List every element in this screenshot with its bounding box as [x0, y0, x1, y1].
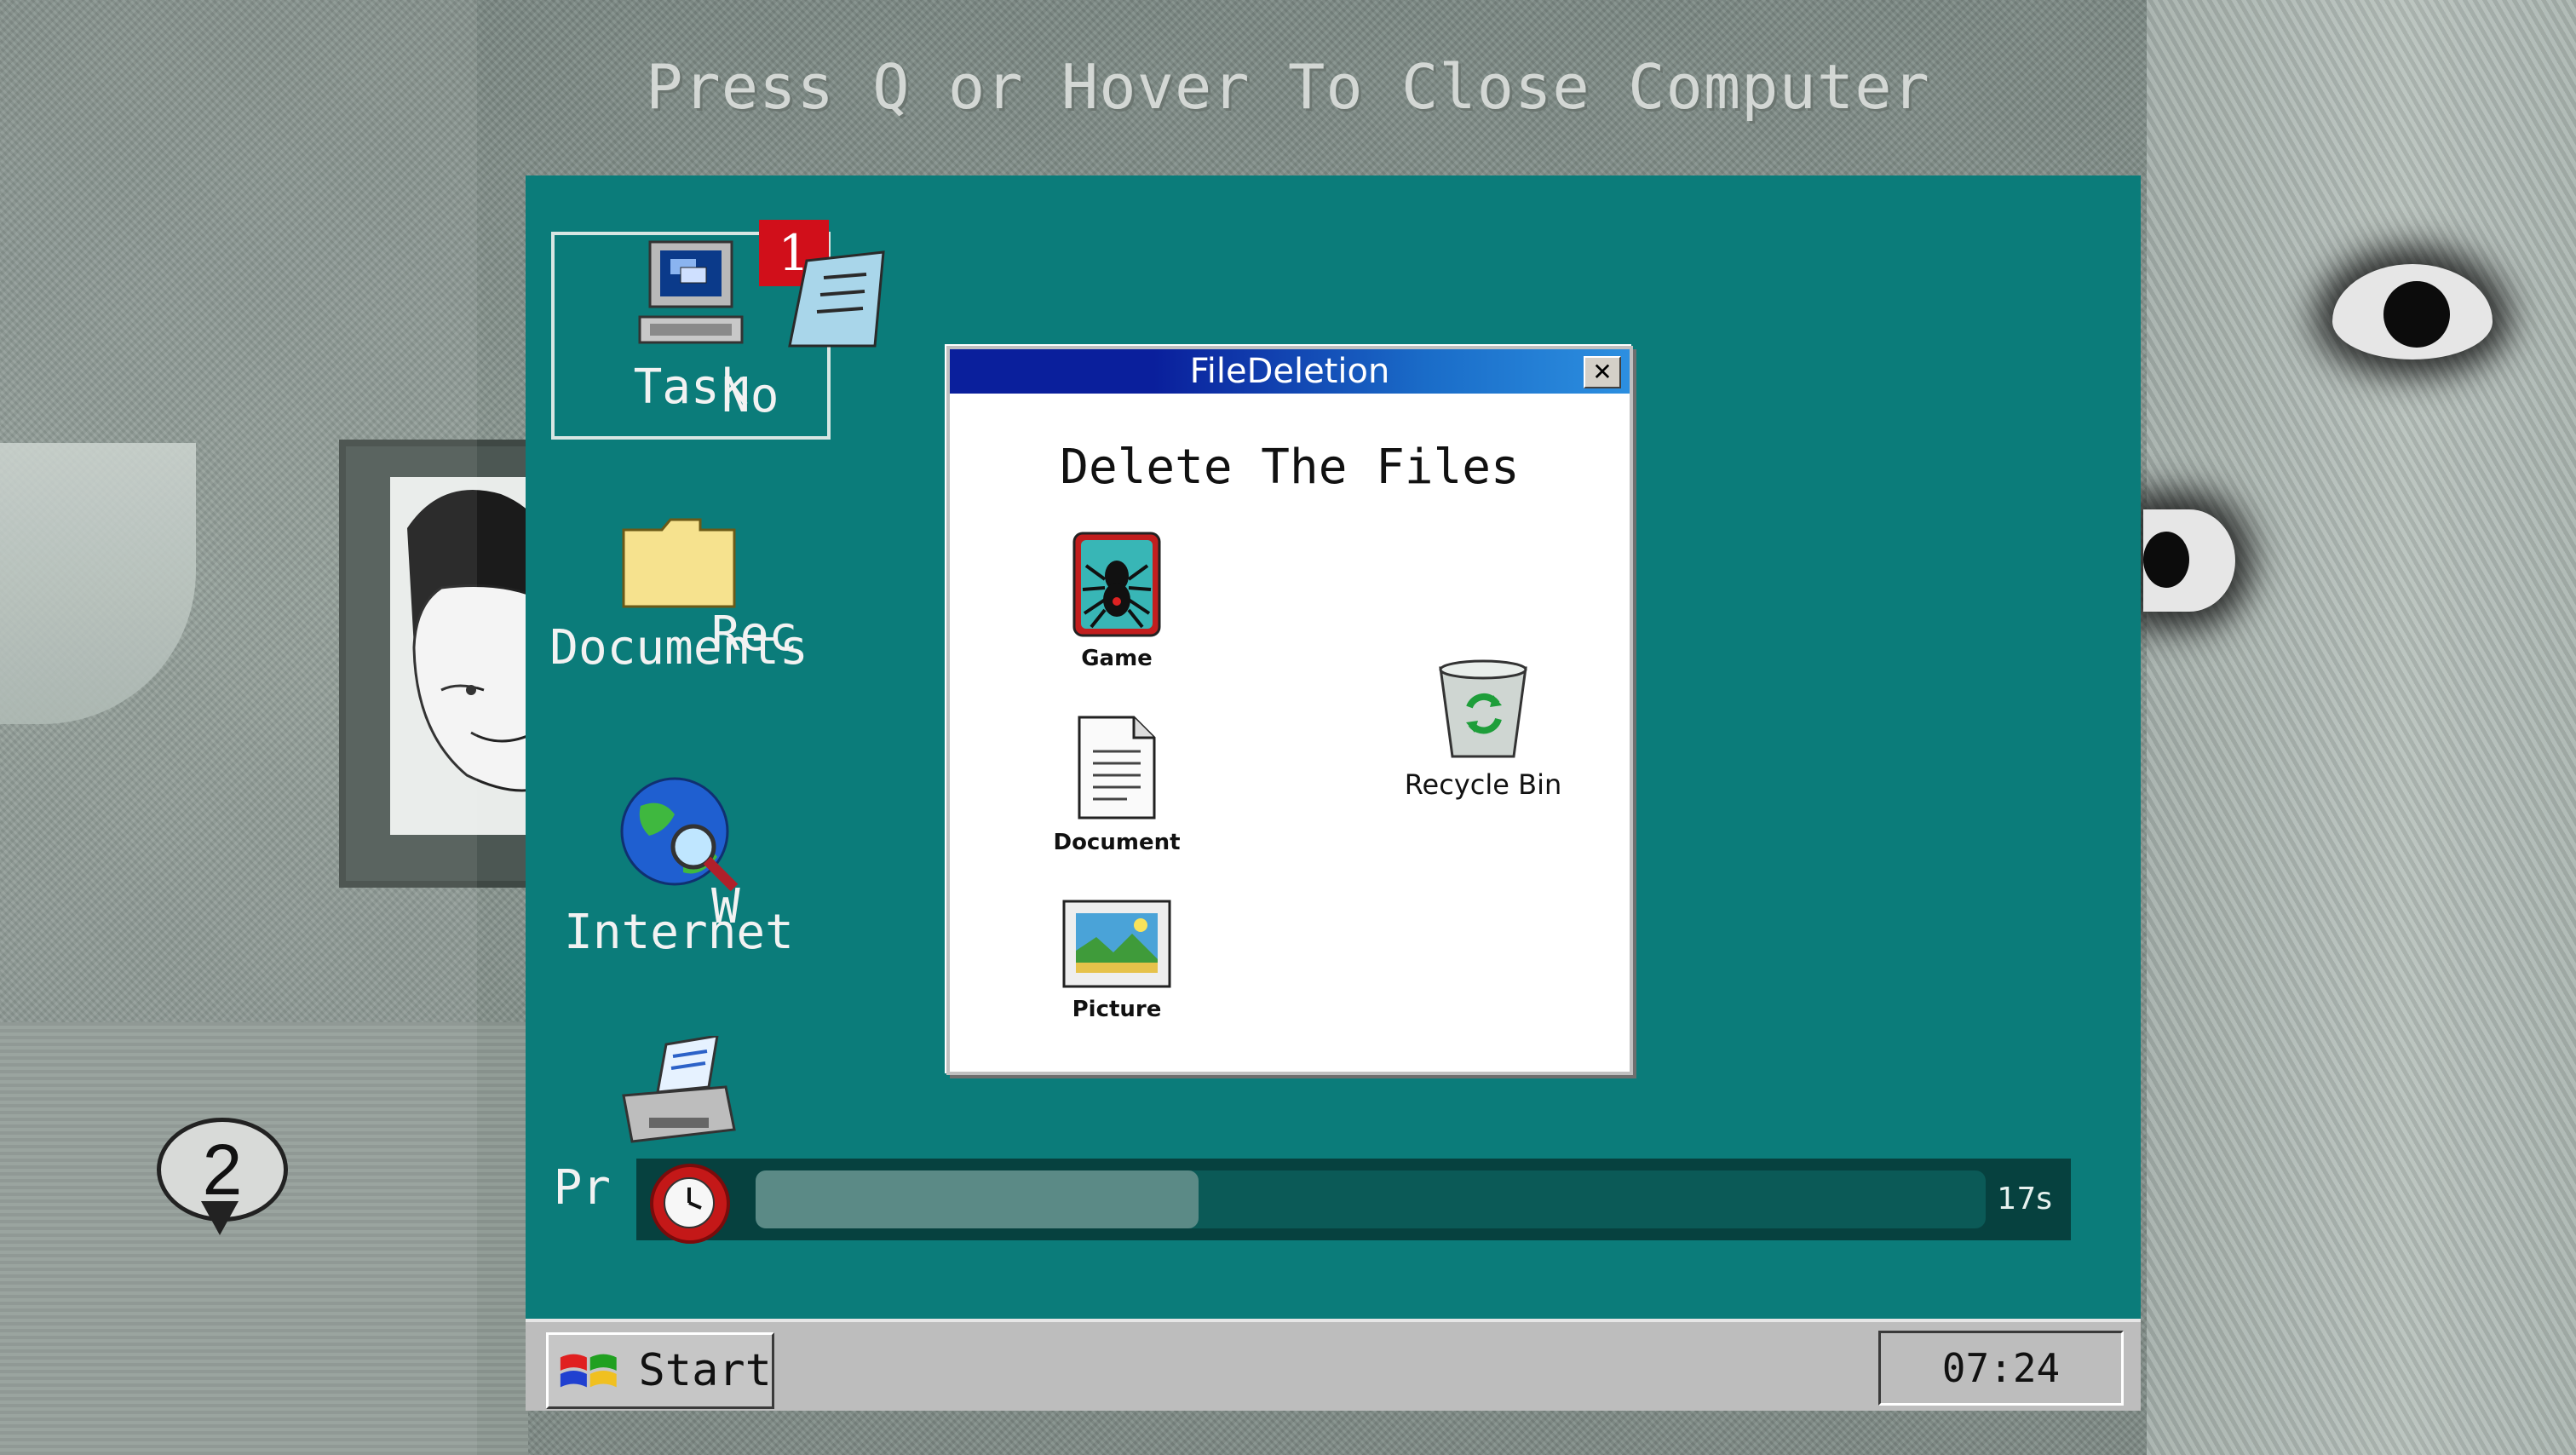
notepad-icon [788, 250, 885, 348]
timer-seconds: 17s [1997, 1182, 2052, 1216]
recycle-bin-label: Recycle Bin [1404, 768, 1562, 801]
taskbar: Start 07:24 [526, 1319, 2141, 1411]
file-deletion-window[interactable]: FileDeletion ✕ Delete The Files Game Doc… [946, 346, 1633, 1075]
window-titlebar[interactable]: FileDeletion ✕ [950, 349, 1630, 394]
file-game[interactable]: Game [1032, 532, 1202, 671]
start-button[interactable]: Start [546, 1332, 774, 1409]
recycle-bin[interactable]: Recycle Bin [1381, 656, 1585, 801]
start-label: Start [638, 1345, 772, 1396]
desktop-icon-label: Pr [553, 1160, 611, 1216]
document-icon [1078, 716, 1156, 820]
file-label: Game [1081, 646, 1153, 671]
countdown-timer: 17s [636, 1159, 2071, 1244]
watching-eye [2143, 509, 2235, 612]
picture-icon [1062, 900, 1171, 988]
file-document[interactable]: Document [1032, 714, 1202, 855]
desktop-icon-label: W [711, 879, 740, 935]
dialog-heading: Delete The Files [1060, 440, 1520, 495]
alarm-clock-icon [650, 1164, 730, 1244]
printer-icon [622, 1036, 736, 1143]
window-title: FileDeletion [1189, 352, 1390, 391]
desktop-icon-notepad[interactable]: No [696, 244, 969, 423]
close-computer-hint: Press Q or Hover To Close Computer [646, 51, 1930, 123]
desktop-icon-label: Rec [711, 607, 798, 662]
folder-icon [622, 518, 736, 608]
desktop-icon-w[interactable]: W [711, 874, 858, 935]
desktop-icon-recycle[interactable]: Rec [711, 601, 858, 662]
file-label: Picture [1072, 997, 1162, 1022]
file-picture[interactable]: Picture [1032, 900, 1202, 1022]
room-wall [2147, 0, 2576, 1455]
taskbar-clock: 07:24 [1878, 1331, 2124, 1406]
windows-logo-icon [560, 1354, 617, 1388]
close-button[interactable]: ✕ [1584, 356, 1621, 388]
speech-bubble-number: 2 [202, 1129, 243, 1210]
timer-fill [756, 1170, 1199, 1228]
spider-game-icon [1072, 532, 1161, 637]
timer-track [756, 1170, 1986, 1228]
left-shadow [0, 0, 477, 1455]
recycle-bin-icon [1439, 659, 1527, 758]
file-label: Document [1053, 830, 1181, 855]
speech-bubble-tail [201, 1201, 239, 1235]
desktop-icon-label: No [722, 368, 779, 423]
